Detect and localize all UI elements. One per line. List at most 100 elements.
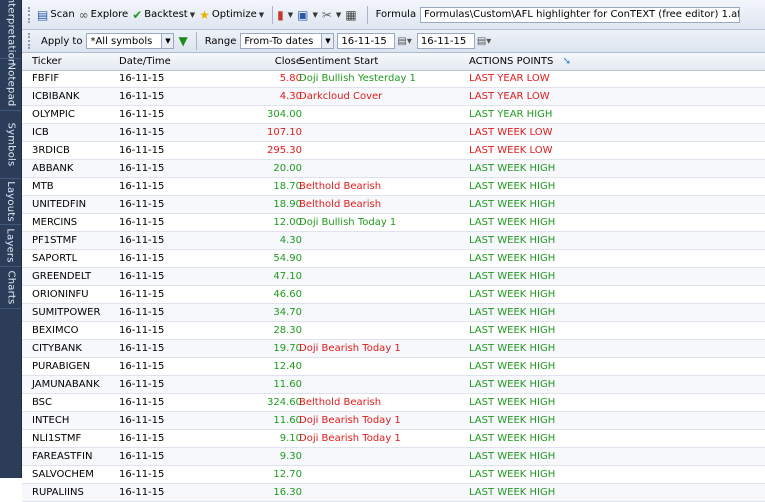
table-row[interactable]: MERCINS 16-11-15 12.00 Doji Bullish Today 1… bbox=[22, 214, 765, 232]
ticker-cell: PURABIGEN bbox=[32, 361, 91, 372]
scan-icon: ▤ bbox=[37, 7, 49, 22]
close-cell: 20.00 bbox=[273, 163, 302, 174]
table-row[interactable]: ABBANK 16-11-15 20.00 LAST WEEK HIGH bbox=[22, 160, 765, 178]
side-tab-label: Notepad bbox=[5, 62, 16, 106]
date-cell: 16-11-15 bbox=[119, 127, 165, 138]
close-cell: 47.10 bbox=[273, 271, 302, 282]
column-header-sentiment[interactable]: Sentiment Start bbox=[299, 53, 378, 70]
chevron-down-icon[interactable]: ▼ bbox=[190, 11, 195, 19]
table-row[interactable]: BSC 16-11-15 324.60 Belthold Bearish LAST WE… bbox=[22, 394, 765, 412]
optimize-button[interactable]: ★ Optimize ▼ bbox=[199, 8, 264, 22]
table-row[interactable]: JAMUNABANK 16-11-15 11.60 LAST WEEK HIGH bbox=[22, 376, 765, 394]
ticker-cell: BEXIMCO bbox=[32, 325, 79, 336]
table-row[interactable]: GREENDELT 16-11-15 47.10 LAST WEEK HIGH bbox=[22, 268, 765, 286]
action-cell: LAST WEEK HIGH bbox=[469, 235, 556, 246]
from-date-value: 16-11-15 bbox=[341, 35, 387, 47]
apply-to-select[interactable]: *All symbols bbox=[86, 33, 163, 49]
formula-path-text: Formulas\Custom\AFL highlighter for ConT… bbox=[424, 9, 741, 20]
column-header-close[interactable]: Close bbox=[218, 53, 302, 70]
table-row[interactable]: OLYMPIC 16-11-15 304.00 LAST YEAR HIGH bbox=[22, 106, 765, 124]
sentiment-cell: Darkcloud Cover bbox=[299, 91, 383, 102]
side-tab-layers[interactable]: Layers bbox=[0, 224, 21, 267]
chevron-down-icon[interactable]: ▼ bbox=[162, 33, 175, 49]
from-date-field[interactable]: 16-11-15 bbox=[337, 33, 396, 49]
close-cell: 28.30 bbox=[273, 325, 302, 336]
toolbar-grip[interactable] bbox=[28, 33, 33, 49]
table-row[interactable]: BEXIMCO 16-11-15 28.30 LAST WEEK HIGH bbox=[22, 322, 765, 340]
close-cell: 4.30 bbox=[279, 91, 302, 102]
explore-button[interactable]: ∞ Explore bbox=[79, 8, 129, 22]
side-tab-label: Layouts bbox=[5, 180, 17, 222]
table-row[interactable]: UNITEDFIN 16-11-15 18.90 Belthold Bearish LA… bbox=[22, 196, 765, 214]
to-date-field[interactable]: 16-11-15 bbox=[416, 33, 475, 49]
action-cell: LAST YEAR HIGH bbox=[469, 109, 553, 120]
view-button[interactable]: ▣ ▼ bbox=[297, 8, 318, 22]
table-row[interactable]: CITYBANK 16-11-15 19.70 Doji Bearish Today … bbox=[22, 340, 765, 358]
table-row[interactable]: INTECH 16-11-15 11.60 Doji Bearish Today 1 L… bbox=[22, 412, 765, 430]
calendar-icon[interactable]: ▤▾ bbox=[397, 36, 411, 47]
scan-label: Scan bbox=[50, 9, 75, 20]
action-cell: LAST WEEK HIGH bbox=[469, 415, 556, 426]
table-row[interactable]: ICBIBANK 16-11-15 4.30 Darkcloud Cover LAST … bbox=[22, 88, 765, 106]
chevron-down-icon[interactable]: ▼ bbox=[322, 33, 335, 49]
binoculars-icon: ∞ bbox=[78, 7, 89, 22]
toolbar-grip[interactable] bbox=[28, 6, 33, 23]
table-row[interactable]: RUPALIINS 16-11-15 16.30 LAST WEEK HIGH bbox=[22, 484, 765, 502]
ticker-cell: BSC bbox=[32, 397, 53, 408]
close-cell: 5.80 bbox=[279, 73, 302, 84]
window-icon: ▣ bbox=[297, 7, 309, 22]
column-header-ticker[interactable]: Ticker bbox=[32, 53, 62, 70]
date-cell: 16-11-15 bbox=[119, 379, 165, 390]
results-header: Ticker Date/Time Close Sentiment Start A… bbox=[22, 53, 765, 71]
ticker-cell: INTECH bbox=[32, 415, 70, 426]
table-row[interactable]: PURABIGEN 16-11-15 12.40 LAST WEEK HIGH bbox=[22, 358, 765, 376]
chevron-down-icon[interactable]: ▼ bbox=[288, 11, 293, 19]
table-row[interactable]: ORIONINFU 16-11-15 46.60 LAST WEEK HIGH bbox=[22, 286, 765, 304]
tools-button[interactable]: ✂ ▼ bbox=[322, 8, 341, 22]
ticker-cell: FAREASTFIN bbox=[32, 451, 93, 462]
chevron-down-icon[interactable]: ▼ bbox=[259, 11, 264, 19]
scan-button[interactable]: ▤ Scan bbox=[37, 8, 75, 22]
date-cell: 16-11-15 bbox=[119, 145, 165, 156]
date-cell: 16-11-15 bbox=[119, 325, 165, 336]
range-select[interactable]: From-To dates bbox=[240, 33, 323, 49]
table-row[interactable]: SUMITPOWER 16-11-15 34.70 LAST WEEK HIGH bbox=[22, 304, 765, 322]
table-row[interactable]: SAPORTL 16-11-15 54.90 LAST WEEK HIGH bbox=[22, 250, 765, 268]
action-cell: LAST WEEK HIGH bbox=[469, 469, 556, 480]
table-row[interactable]: FAREASTFIN 16-11-15 9.30 LAST WEEK HIGH bbox=[22, 448, 765, 466]
optimize-label: Optimize bbox=[211, 9, 257, 20]
sentiment-cell: Belthold Bearish bbox=[299, 397, 382, 408]
close-cell: 18.70 bbox=[273, 181, 302, 192]
filter-icon[interactable]: ▼ bbox=[178, 34, 187, 48]
backtest-button[interactable]: ✔ Backtest ▼ bbox=[132, 8, 195, 22]
side-tab-symbols[interactable]: Symbols bbox=[0, 110, 21, 179]
action-cell: LAST WEEK HIGH bbox=[469, 217, 556, 228]
table-row[interactable]: ICB 16-11-15 107.10 LAST WEEK LOW bbox=[22, 124, 765, 142]
ticker-cell: ICB bbox=[32, 127, 49, 138]
report-chart-button[interactable]: ▮ ▼ bbox=[277, 8, 293, 22]
table-row[interactable]: NLI1STMF 16-11-15 9.10 Doji Bearish Today 1… bbox=[22, 430, 765, 448]
action-cell: LAST WEEK HIGH bbox=[469, 307, 556, 318]
table-row[interactable]: SALVOCHEM 16-11-15 12.70 LAST WEEK HIGH bbox=[22, 466, 765, 484]
star-icon: ★ bbox=[199, 7, 210, 22]
side-tab-charts[interactable]: Charts bbox=[0, 266, 21, 309]
calendar-icon[interactable]: ▤▾ bbox=[477, 36, 491, 47]
side-tab-interpretation[interactable]: Interpretation bbox=[0, 0, 21, 65]
calculator-button[interactable]: ▦ bbox=[345, 8, 358, 22]
chevron-down-icon[interactable]: ▼ bbox=[312, 11, 317, 19]
formula-path-field[interactable]: Formulas\Custom\AFL highlighter for ConT… bbox=[420, 6, 741, 23]
action-cell: LAST WEEK LOW bbox=[469, 127, 553, 138]
column-header-date[interactable]: Date/Time bbox=[119, 53, 171, 70]
side-tab-notepad[interactable]: Notepad bbox=[0, 58, 21, 111]
close-cell: 107.10 bbox=[267, 127, 302, 138]
table-row[interactable]: PF1STMF 16-11-15 4.30 LAST WEEK HIGH bbox=[22, 232, 765, 250]
table-row[interactable]: FBFIF 16-11-15 5.80 Doji Bullish Yesterday … bbox=[22, 70, 765, 88]
table-row[interactable]: MTB 16-11-15 18.70 Belthold Bearish LAST WEE… bbox=[22, 178, 765, 196]
table-row[interactable]: 3RDICB 16-11-15 295.30 LAST WEEK LOW bbox=[22, 142, 765, 160]
close-cell: 295.30 bbox=[267, 145, 302, 156]
chevron-down-icon[interactable]: ▼ bbox=[336, 11, 341, 19]
date-cell: 16-11-15 bbox=[119, 415, 165, 426]
column-header-actions[interactable]: ACTIONS POINTS ➘ bbox=[469, 53, 571, 70]
side-tab-layouts[interactable]: Layouts bbox=[0, 178, 21, 225]
action-cell: LAST WEEK HIGH bbox=[469, 253, 556, 264]
